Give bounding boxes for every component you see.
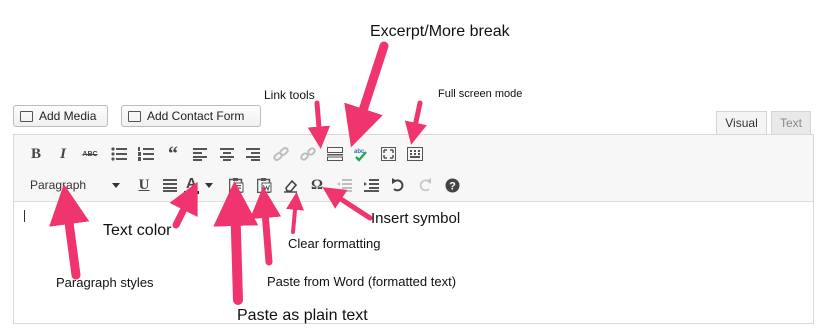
annotation-paste-from-word: Paste from Word (formatted text) bbox=[267, 274, 457, 289]
bold-icon[interactable]: B bbox=[26, 144, 46, 164]
annotation-paste-plain-text: Paste as plain text bbox=[237, 307, 368, 324]
add-contact-form-button[interactable]: Add Contact Form bbox=[121, 105, 261, 127]
annotation-link-tools: Link tools bbox=[264, 88, 315, 102]
arrow-fullscreen bbox=[404, 100, 427, 145]
clear-formatting-icon[interactable] bbox=[280, 175, 300, 195]
tab-visual[interactable]: Visual bbox=[716, 111, 767, 134]
editor-toolbar: B I ABC “ abc Paragraph U A Ω ? bbox=[14, 135, 813, 202]
blockquote-icon[interactable]: “ bbox=[163, 142, 183, 165]
annotation-excerpt-more: Excerpt/More break bbox=[370, 23, 510, 40]
read-more-icon[interactable] bbox=[325, 144, 345, 164]
outdent-icon[interactable] bbox=[334, 175, 354, 195]
italic-icon[interactable]: I bbox=[53, 144, 73, 164]
remove-link-icon[interactable] bbox=[298, 144, 318, 164]
strikethrough-label: ABC bbox=[82, 150, 98, 158]
arrow-excerpt bbox=[344, 41, 389, 148]
justify-icon[interactable] bbox=[160, 175, 180, 195]
form-icon bbox=[128, 110, 141, 122]
numbered-list-icon[interactable] bbox=[136, 144, 156, 164]
align-left-icon[interactable] bbox=[190, 144, 210, 164]
proofread-icon[interactable]: abc bbox=[351, 144, 371, 164]
insert-link-icon[interactable] bbox=[271, 144, 291, 164]
annotation-insert-symbol: Insert symbol bbox=[371, 210, 461, 227]
tab-text-label: Text bbox=[779, 116, 802, 130]
blockquote-label: “ bbox=[168, 142, 178, 165]
tab-text[interactable]: Text bbox=[771, 111, 811, 134]
text-color-caret-icon bbox=[204, 182, 213, 188]
annotation-clear-formatting: Clear formatting bbox=[288, 236, 381, 251]
special-character-icon[interactable]: Ω bbox=[307, 175, 327, 195]
paste-text-icon[interactable] bbox=[226, 175, 246, 195]
bullet-list-icon[interactable] bbox=[109, 144, 129, 164]
chevron-down-icon bbox=[112, 183, 120, 188]
add-media-label: Add Media bbox=[39, 109, 97, 123]
bold-label: B bbox=[30, 145, 41, 162]
paste-word-icon[interactable] bbox=[254, 175, 274, 195]
fullscreen-icon[interactable] bbox=[378, 144, 398, 164]
tab-visual-label: Visual bbox=[725, 116, 758, 130]
add-contact-form-label: Add Contact Form bbox=[147, 109, 245, 123]
format-select-value: Paragraph bbox=[30, 178, 87, 192]
undo-icon[interactable] bbox=[388, 175, 408, 195]
media-icon bbox=[20, 110, 33, 122]
align-center-icon[interactable] bbox=[217, 144, 237, 164]
italic-label: I bbox=[60, 145, 66, 162]
help-icon[interactable]: ? bbox=[442, 175, 462, 195]
indent-icon[interactable] bbox=[361, 175, 381, 195]
text-color-label: A bbox=[184, 174, 199, 194]
add-media-button[interactable]: Add Media bbox=[13, 105, 108, 127]
toolbar-toggle-icon[interactable] bbox=[405, 144, 425, 164]
underline-label: U bbox=[138, 176, 150, 193]
special-character-label: Ω bbox=[310, 176, 323, 193]
align-right-icon[interactable] bbox=[243, 144, 263, 164]
format-select[interactable]: Paragraph bbox=[20, 173, 126, 197]
svg-text:?: ? bbox=[449, 180, 456, 192]
underline-icon[interactable]: U bbox=[134, 175, 154, 195]
strikethrough-icon[interactable]: ABC bbox=[80, 144, 100, 164]
annotation-full-screen: Full screen mode bbox=[438, 88, 523, 100]
redo-icon[interactable] bbox=[415, 175, 435, 195]
annotation-paragraph-styles: Paragraph styles bbox=[56, 275, 154, 290]
text-color-icon[interactable]: A bbox=[184, 175, 214, 195]
annotation-text-color: Text color bbox=[103, 222, 172, 239]
